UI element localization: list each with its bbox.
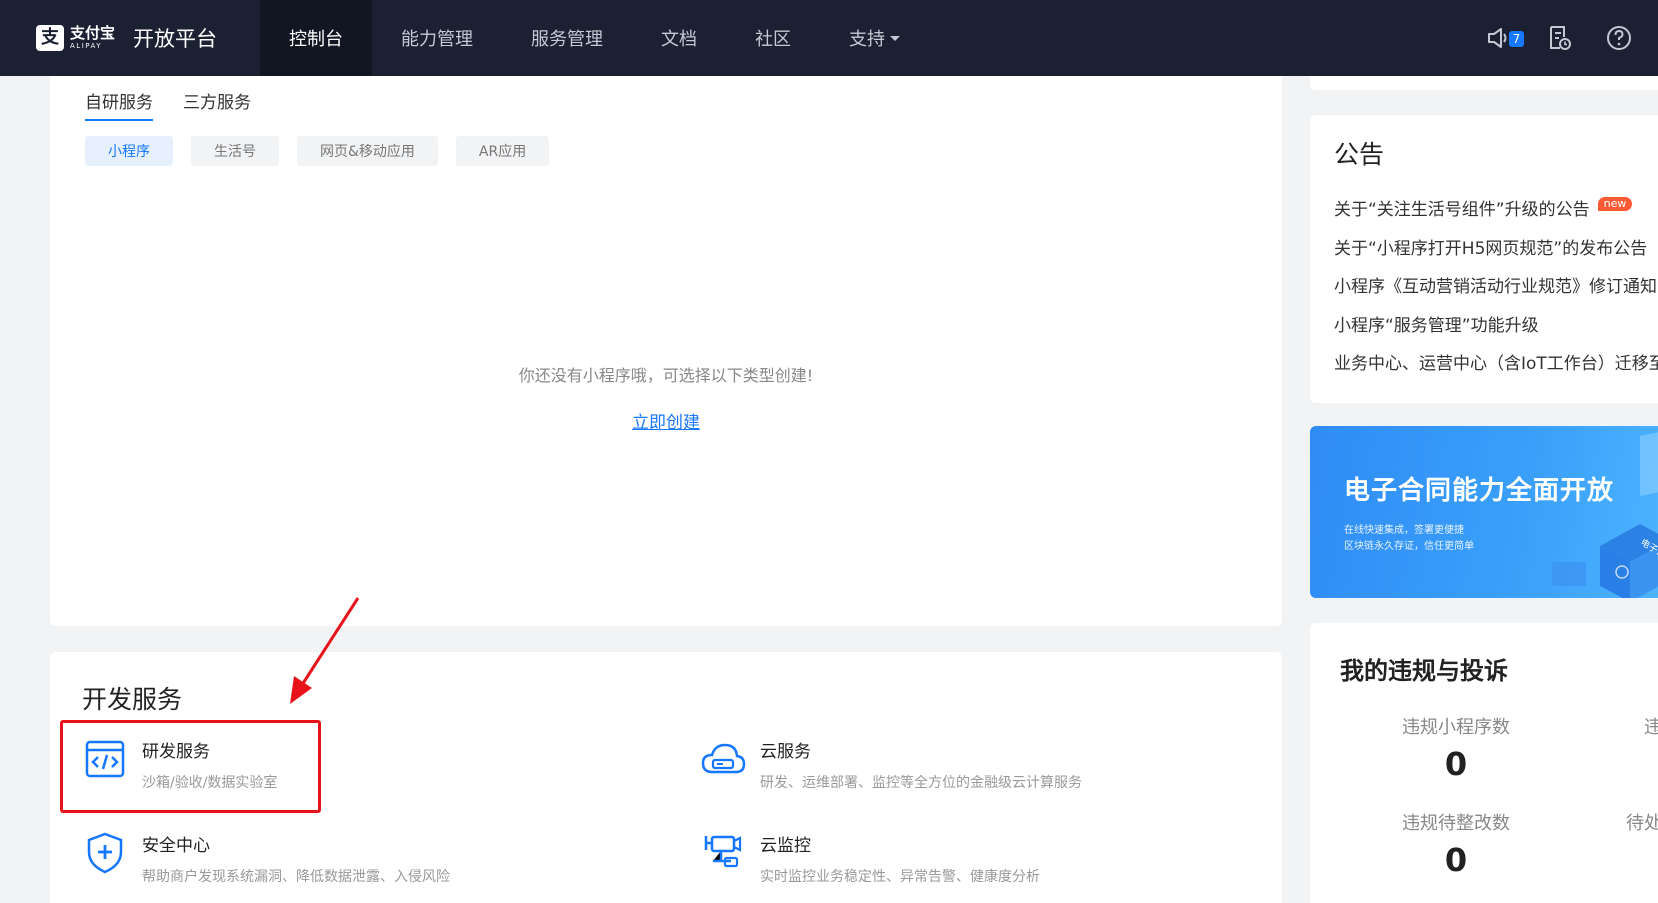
new-badge: new bbox=[1597, 197, 1633, 211]
banner-subtitle-1: 在线快速集成，签署更便捷 bbox=[1344, 525, 1464, 536]
chip-ar[interactable]: AR应用 bbox=[455, 136, 550, 166]
tab-self-developed[interactable]: 自研服务 bbox=[85, 88, 153, 121]
dev-services-card: 开发服务 研发服务 沙箱/验收/数据实验室 云服务 研发、运维部署、监控等全方位… bbox=[50, 652, 1282, 903]
service-security-name: 安全中心 bbox=[142, 836, 210, 856]
monitor-camera-icon bbox=[700, 830, 746, 876]
violation-title: 我的违规与投诉 bbox=[1340, 657, 1508, 685]
stat-label: 违 bbox=[1644, 717, 1658, 738]
nav-item-service[interactable]: 服务管理 bbox=[502, 0, 632, 76]
stat-label: 违规待整改数 bbox=[1402, 813, 1510, 834]
alipay-logo: 支 支付宝 ALIPAY bbox=[36, 25, 115, 51]
service-monitor-name: 云监控 bbox=[760, 836, 811, 856]
tab-third-party[interactable]: 三方服务 bbox=[183, 88, 251, 121]
alipay-logo-mark: 支 bbox=[36, 25, 64, 51]
stat-violating-miniprograms[interactable]: 违规小程序数 0 bbox=[1402, 713, 1510, 783]
nav-item-docs[interactable]: 文档 bbox=[632, 0, 726, 76]
stat-value: 0 bbox=[1444, 841, 1468, 879]
announcement-list: 关于“关注生活号组件”升级的公告 new 关于“小程序打开H5网页规范”的发布公告… bbox=[1334, 191, 1658, 384]
service-security[interactable]: 安全中心 帮助商户发现系统漏洞、降低数据泄露、入侵风险 bbox=[82, 828, 450, 886]
announcement-item-text: 关于“关注生活号组件”升级的公告 bbox=[1334, 200, 1590, 220]
stat-value: 0 bbox=[1444, 745, 1468, 783]
nav-item-community[interactable]: 社区 bbox=[726, 0, 820, 76]
caret-down-icon bbox=[890, 35, 900, 41]
stat-label: 违规小程序数 bbox=[1402, 717, 1510, 738]
service-monitor-desc: 实时监控业务稳定性、异常告警、健康度分析 bbox=[760, 869, 1040, 885]
document-clock-icon[interactable] bbox=[1544, 23, 1574, 53]
shield-plus-icon bbox=[82, 830, 128, 876]
chip-lifestyle[interactable]: 生活号 bbox=[191, 136, 279, 166]
announcement-item[interactable]: 小程序“服务管理”功能升级 bbox=[1334, 307, 1658, 346]
announcement-title: 公告 bbox=[1334, 140, 1385, 169]
nav-item-console[interactable]: 控制台 bbox=[260, 0, 372, 76]
nav-item-support[interactable]: 支持 bbox=[820, 0, 929, 76]
service-monitor[interactable]: 云监控 实时监控业务稳定性、异常告警、健康度分析 bbox=[700, 828, 1040, 886]
violation-card: 我的违规与投诉 违规小程序数 0 违规待整改数 0 违 待处 bbox=[1310, 623, 1658, 903]
create-now-link[interactable]: 立即创建 bbox=[50, 408, 1282, 433]
service-security-desc: 帮助商户发现系统漏洞、降低数据泄露、入侵风险 bbox=[142, 869, 450, 885]
stat-partial-right-2[interactable]: 待处 bbox=[1626, 809, 1658, 835]
empty-state-text: 你还没有小程序哦，可选择以下类型创建! bbox=[518, 366, 814, 385]
announcement-item[interactable]: 关于“关注生活号组件”升级的公告 new bbox=[1334, 191, 1658, 230]
highlight-annotation-box bbox=[60, 720, 321, 813]
help-icon[interactable] bbox=[1604, 23, 1634, 53]
chip-miniprogram[interactable]: 小程序 bbox=[85, 136, 173, 166]
red-arrow-annotation bbox=[290, 597, 360, 704]
nav-item-support-label: 支持 bbox=[849, 29, 885, 50]
banner-subtitle-2: 区块链永久存证，信任更简单 bbox=[1344, 541, 1474, 552]
nav-item-capability[interactable]: 能力管理 bbox=[372, 0, 502, 76]
contract-illustration: 电子合同 bbox=[1552, 432, 1658, 598]
notification-badge: 7 bbox=[1509, 31, 1524, 47]
alipay-logo-en: ALIPAY bbox=[70, 42, 103, 50]
stat-pending-rectification[interactable]: 违规待整改数 0 bbox=[1402, 809, 1510, 879]
alipay-logo-cn: 支付宝 bbox=[70, 24, 116, 42]
service-cloud-desc: 研发、运维部署、监控等全方位的金融级云计算服务 bbox=[760, 775, 1082, 791]
service-tabs: 自研服务 三方服务 bbox=[85, 88, 251, 121]
stat-label: 待处 bbox=[1626, 813, 1658, 834]
miniprogram-card: 自研服务 三方服务 小程序 生活号 网页&移动应用 AR应用 你还没有小程序哦，… bbox=[50, 76, 1282, 626]
announcement-card: 公告 关于“关注生活号组件”升级的公告 new 关于“小程序打开H5网页规范”的发… bbox=[1310, 115, 1658, 403]
speaker-icon[interactable]: 7 bbox=[1484, 23, 1524, 53]
brand[interactable]: 支 支付宝 ALIPAY 开放平台 bbox=[0, 0, 260, 76]
service-cloud-name: 云服务 bbox=[760, 742, 811, 762]
top-nav: 支 支付宝 ALIPAY 开放平台 控制台 能力管理 服务管理 文档 社区 支持… bbox=[0, 0, 1658, 76]
stat-partial-right-1[interactable]: 违 bbox=[1644, 713, 1658, 739]
dev-services-title: 开发服务 bbox=[82, 685, 183, 714]
announcement-item[interactable]: 业务中心、运营中心（含IoT工作台）迁移至 bbox=[1334, 345, 1658, 384]
platform-title: 开放平台 bbox=[133, 27, 218, 51]
cloud-icon bbox=[700, 736, 746, 782]
main-nav: 控制台 能力管理 服务管理 文档 社区 支持 bbox=[260, 0, 929, 76]
top-right-card-stub bbox=[1310, 76, 1658, 90]
app-type-filter: 小程序 生活号 网页&移动应用 AR应用 bbox=[85, 136, 550, 166]
e-contract-banner[interactable]: 电子合同能力全面开放 在线快速集成，签署更便捷 区块链永久存证，信任更简单 电子… bbox=[1310, 426, 1658, 598]
chip-web-mobile[interactable]: 网页&移动应用 bbox=[297, 136, 438, 166]
service-cloud[interactable]: 云服务 研发、运维部署、监控等全方位的金融级云计算服务 bbox=[700, 734, 1082, 792]
announcement-item[interactable]: 小程序《互动营销活动行业规范》修订通知 bbox=[1334, 268, 1658, 307]
announcement-item[interactable]: 关于“小程序打开H5网页规范”的发布公告 bbox=[1334, 230, 1658, 269]
